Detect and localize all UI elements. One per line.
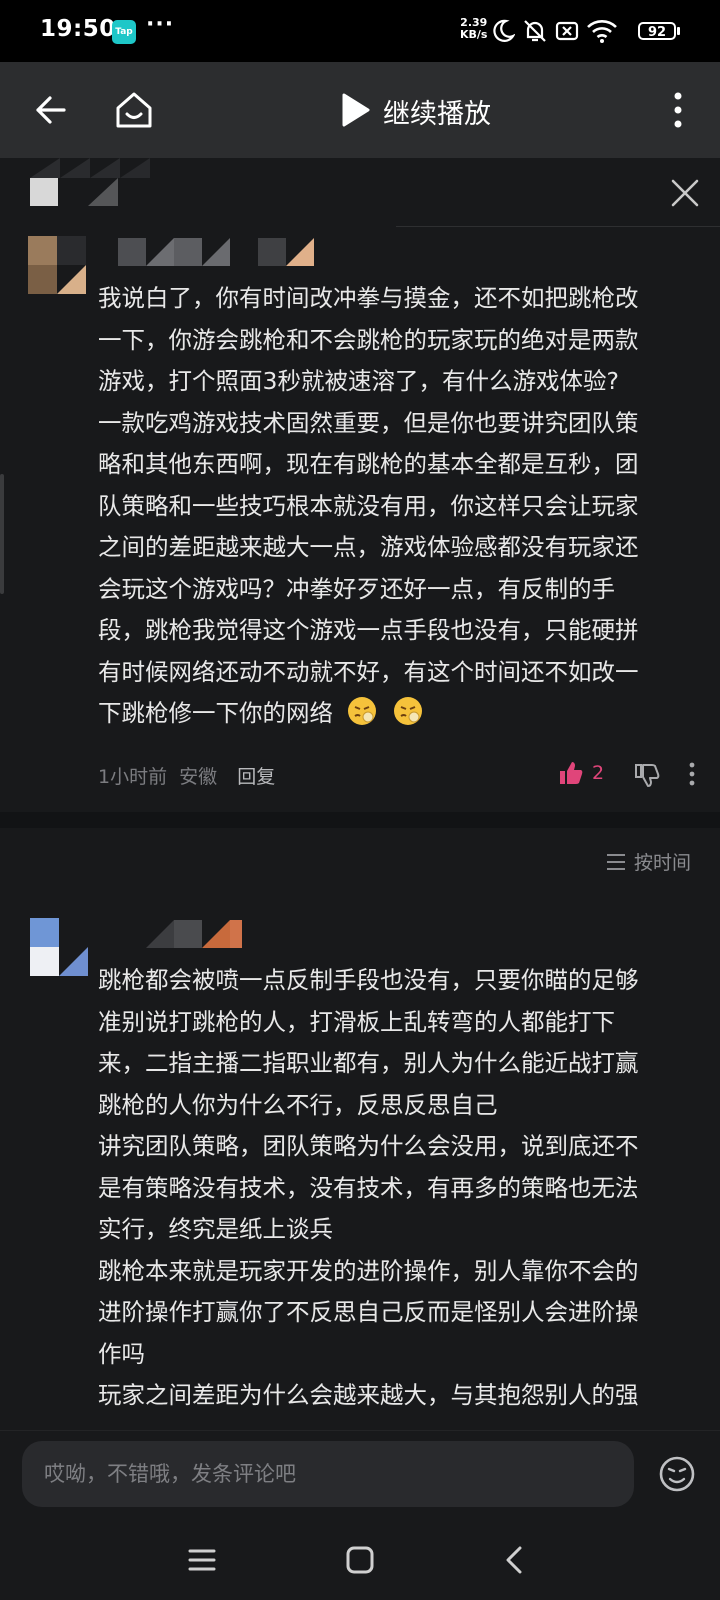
back-chevron-icon[interactable]	[498, 1542, 534, 1578]
comment-line: 会玩这个游戏吗？冲拳好歹还好一点，有反制的手	[98, 574, 615, 603]
comment-input[interactable]	[22, 1441, 634, 1507]
status-more-dots: ···	[146, 12, 175, 37]
comment-line-text: 下跳枪修一下你的网络	[98, 699, 333, 727]
divider	[396, 226, 720, 227]
comment-text: 跳枪都会被喷一点反制手段也没有，只要你瞄的足够 准别说打跳枪的人，打滑板上乱转弯…	[98, 960, 698, 1417]
status-bar: 19:50 Tap ··· 2.39 KB/s 92	[0, 0, 720, 62]
comment-line: 一款吃鸡游戏技术固然重要，但是你也要讲究团队策	[98, 408, 639, 437]
comment-line: 准别说打跳枪的人，打滑板上乱转弯的人都能打下	[98, 1007, 615, 1036]
comment-line: 实行，终究是纸上谈兵	[98, 1215, 333, 1243]
like-count: 2	[592, 762, 605, 784]
avatar[interactable]	[28, 236, 86, 294]
username-blurred[interactable]	[146, 918, 242, 950]
scroll-indicator[interactable]	[0, 474, 4, 594]
comment-input-bar	[0, 1430, 720, 1521]
reply-button[interactable]: 回复	[237, 766, 275, 788]
play-icon[interactable]	[336, 92, 372, 128]
comment-time: 1小时前	[98, 766, 168, 788]
list-icon	[607, 854, 625, 870]
comment-meta: 1小时前 安徽 回复	[98, 762, 275, 789]
comment-line: 跳枪都会被喷一点反制手段也没有，只要你瞄的足够	[98, 966, 639, 994]
blurred-content	[30, 158, 150, 206]
tap-app-icon: Tap	[112, 20, 136, 44]
comment-line: 下跳枪修一下你的网络	[98, 693, 698, 735]
menu-icon[interactable]	[184, 1542, 220, 1578]
comment-line: 来，二指主播二指职业都有，别人为什么能近战打赢	[98, 1049, 639, 1077]
sort-label: 按时间	[634, 852, 692, 874]
comment-line: 之间的差距越来越大一点，游戏体验感都没有玩家还	[98, 533, 639, 561]
comment-line: 跳枪本来就是玩家开发的进阶操作，别人靠你不会的	[98, 1256, 639, 1285]
wifi-icon	[587, 20, 617, 43]
comment-line: 跳枪的人你为什么不行，反思反思自己	[98, 1090, 498, 1119]
status-time: 19:50	[40, 16, 116, 42]
section-divider	[0, 812, 720, 828]
continue-play-label[interactable]: 继续播放	[383, 92, 491, 131]
comment-line: 我说白了，你有时间改冲拳与摸金，还不如把跳枪改	[98, 284, 639, 312]
comment-line: 有时候网络还动不动就不好，有这个时间还不如改一	[98, 657, 639, 686]
more-vertical-icon[interactable]	[688, 762, 696, 786]
comment-text: 我说白了，你有时间改冲拳与摸金，还不如把跳枪改 一下，你游会跳枪和不会跳枪的玩家…	[98, 278, 698, 735]
battery-tip	[677, 27, 680, 35]
more-vertical-icon[interactable]	[672, 90, 684, 130]
close-icon[interactable]	[668, 176, 702, 210]
emoji-huff-icon	[348, 697, 377, 725]
top-app-bar: 继续播放	[0, 62, 720, 158]
comment-line: 作吗	[98, 1339, 145, 1368]
sort-by-time-button[interactable]: 按时间	[606, 848, 691, 875]
comment-line: 进阶操作打赢你了不反思自己反而是怪别人会进阶操	[98, 1298, 639, 1326]
battery-indicator: 92	[638, 22, 676, 40]
comment-line: 游戏，打个照面3秒就被速溶了，有什么游戏体验?	[98, 367, 619, 395]
net-speed-unit: KB/s	[460, 28, 488, 41]
comment-line: 略和其他东西啊，现在有跳枪的基本全都是互秒，团	[98, 450, 639, 478]
sim-off-icon	[555, 21, 579, 41]
comment-line: 队策略和一些技巧根本就没有用，你这样只会让玩家	[98, 491, 639, 520]
home-icon[interactable]	[112, 88, 156, 132]
back-arrow-icon[interactable]	[30, 90, 70, 130]
comment-line: 段，跳枪我觉得这个游戏一点手段也没有，只能硬拼	[98, 616, 639, 644]
emoji-icon[interactable]	[658, 1455, 696, 1493]
comment-line: 玩家之间差距为什么会越来越大，与其抱怨别人的强	[98, 1381, 639, 1409]
comment-location: 安徽	[179, 766, 218, 788]
net-speed: 2.39 KB/s	[460, 17, 487, 41]
comment-line: 一下，你游会跳枪和不会跳枪的玩家玩的绝对是两款	[98, 325, 639, 354]
comment-line: 讲究团队策略，团队策略为什么会没用，说到底还不	[98, 1132, 639, 1160]
username-blurred[interactable]	[118, 236, 330, 268]
avatar[interactable]	[30, 918, 88, 976]
emoji-huff-icon	[393, 697, 422, 725]
comment-line: 是有策略没有技术，没有技术，有再多的策略也无法	[98, 1173, 639, 1202]
thumbs-up-icon[interactable]	[558, 760, 584, 786]
moon-icon	[493, 19, 515, 42]
system-nav-bar	[0, 1520, 720, 1600]
home-square-icon[interactable]	[342, 1542, 378, 1578]
bell-muted-icon	[524, 20, 546, 42]
thumbs-down-icon[interactable]	[634, 762, 660, 788]
